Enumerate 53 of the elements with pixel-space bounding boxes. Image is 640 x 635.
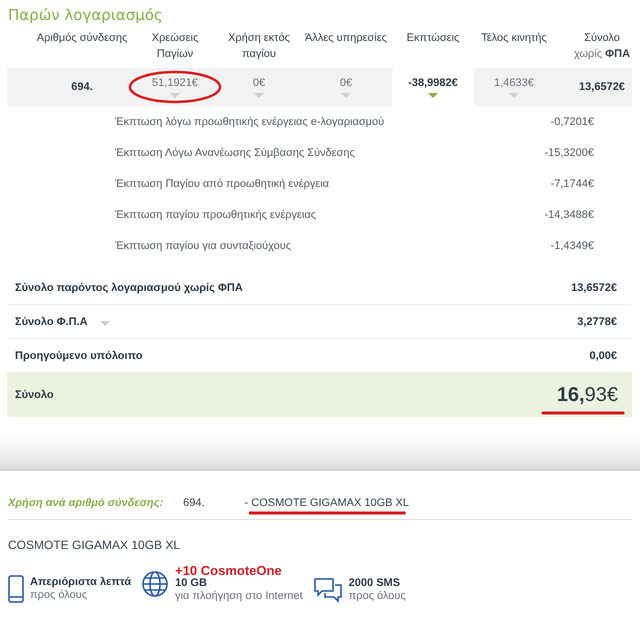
total-label: Προηγούμενο υπόλοιπο — [15, 350, 142, 362]
promo-label: +10 CosmoteOne — [175, 564, 283, 577]
usage-label: Χρήση ανά αριθμό σύνδεσης: — [8, 497, 164, 509]
chat-icon — [312, 577, 343, 603]
section-title: Παρών λογαριασμός — [7, 6, 164, 26]
phone-icon — [8, 575, 24, 603]
plan-link[interactable]: - COSMOTE GIGAMAX 10GB XL — [244, 497, 409, 509]
discount-label: Έκπτωση παγίου προωθητικής ενέργειας — [115, 208, 316, 220]
table-cell: 13,6572€ — [579, 81, 625, 93]
caret-icon[interactable] — [509, 92, 519, 98]
column-header: Σύνολο χωρίς ΦΠΑ — [572, 31, 632, 62]
discount-label: Έκπτωση λόγω προωθητικής ενέργειας e-λογαριασμού — [115, 116, 384, 128]
column-header: Τέλος κινητής — [480, 31, 548, 46]
caret-icon[interactable] — [170, 92, 180, 98]
connection-number: 694. — [183, 497, 205, 509]
feature-title: 10 GB — [175, 577, 208, 590]
column-header: Αριθμός σύνδεσης — [36, 31, 128, 46]
discount-amount: -14,3488€ — [544, 208, 594, 220]
discount-amount: -0,7201€ — [550, 116, 594, 128]
table-cell: 51,1921€ — [152, 76, 198, 88]
feature-title: Απεριόριστα λεπτά — [30, 576, 132, 589]
caret-icon[interactable] — [428, 92, 438, 98]
caret-icon[interactable] — [100, 321, 110, 326]
column-header: Άλλες υπηρεσίες — [304, 31, 388, 46]
total-label: Σύνολο Φ.Π.Α — [15, 316, 88, 328]
table-cell: 1,4633€ — [494, 76, 534, 88]
total-label: Σύνολο παρόντος λογαριασμού χωρίς ΦΠΑ — [15, 282, 243, 294]
total-amount: 13,6572€ — [571, 282, 617, 294]
discount-label: Έκπτωση παγίου για συνταξιούχους — [115, 240, 292, 252]
discount-amount: -15,3200€ — [544, 146, 594, 158]
total-amount: 3,2778€ — [577, 316, 617, 328]
table-cell: 694. — [71, 81, 93, 93]
caret-icon[interactable] — [254, 92, 264, 98]
discount-amount: -1,4349€ — [550, 240, 594, 252]
globe-icon — [141, 570, 170, 598]
feature-subtitle: για πλοήγηση στο Internet — [175, 590, 303, 603]
discount-label: Έκπτωση Λόγω Ανανέωσης Σύμβασης Σύνδεσης — [115, 146, 355, 158]
table-cell: 0€ — [340, 76, 352, 88]
feature-subtitle: προς όλους — [348, 590, 406, 603]
feature-title: 2000 SMS — [348, 577, 402, 590]
column-header: Χρήση εκτός παγίου — [227, 31, 291, 62]
total-amount: 0,00€ — [589, 350, 617, 362]
caret-icon[interactable] — [341, 92, 351, 98]
column-header: Εκπτώσεις — [406, 31, 460, 46]
plan-name: COSMOTE GIGAMAX 10GB XL — [8, 537, 182, 554]
table-cell: 0€ — [252, 76, 266, 88]
table-cell: -38,9982€ — [408, 76, 458, 88]
feature-subtitle: προς όλους — [30, 589, 88, 602]
discount-amount: -7,1744€ — [550, 178, 594, 190]
grand-total-label: Σύνολο — [15, 389, 54, 401]
column-header: Χρεώσεις Παγίων — [150, 31, 200, 62]
discount-label: Έκπτωση Παγίου από προωθητική ενέργεια — [115, 178, 330, 190]
grand-total-amount: 16,93€ — [556, 384, 618, 406]
